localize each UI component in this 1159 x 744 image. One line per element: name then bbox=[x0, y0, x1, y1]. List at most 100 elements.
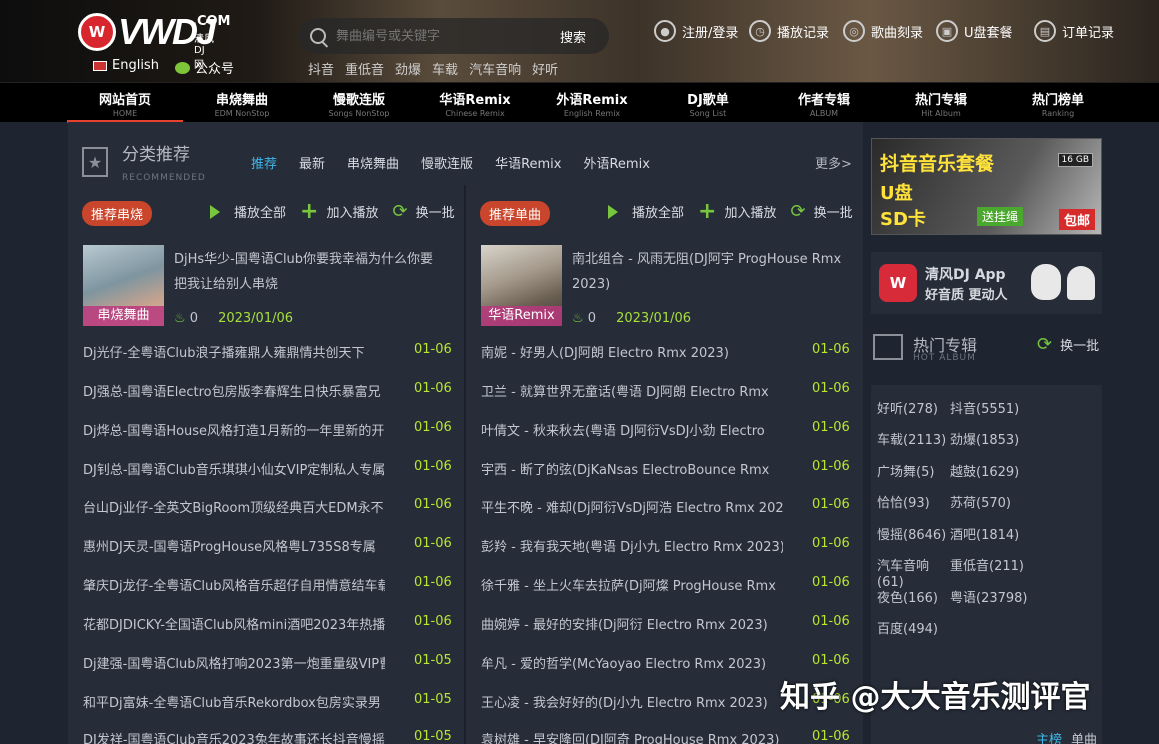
tab-recommend[interactable]: 推荐 bbox=[251, 153, 277, 172]
app-download-banner[interactable]: W 清风DJ App 好音质 更动人 bbox=[871, 252, 1102, 314]
plus-icon: + bbox=[698, 198, 717, 224]
apple-icon[interactable] bbox=[1031, 264, 1061, 300]
album-tag[interactable]: 恰恰(93) bbox=[877, 496, 930, 512]
album-tag[interactable]: 苏荷(570) bbox=[950, 496, 1011, 512]
list-item[interactable]: Dj建强-国粤语Club风格打响2023第一炮重量级VIP曹 bbox=[83, 653, 385, 672]
english-link[interactable]: English bbox=[93, 58, 159, 73]
album-tag[interactable]: 粤语(23798) bbox=[950, 591, 1028, 607]
hot-word[interactable]: 劲爆 bbox=[395, 59, 421, 78]
list-item[interactable]: 卫兰 - 就算世界无童话(粤语 DJ阿朗 Electro Rmx bbox=[481, 381, 783, 400]
album-tag[interactable]: 百度(494) bbox=[877, 622, 938, 638]
flag-icon bbox=[93, 60, 107, 71]
usb-link[interactable]: ▣ U盘套餐 bbox=[936, 20, 1013, 42]
nav-songs-nonstop[interactable]: 慢歌连版 Songs NonStop bbox=[301, 83, 417, 123]
list-item[interactable]: DJ发祥-国粤语Club音乐2023兔年故事还长抖音慢摇 bbox=[83, 729, 385, 744]
list-item[interactable]: 牟凡 - 爱的哲学(McYaoyao Electro Rmx 2023) bbox=[481, 653, 783, 672]
usb-promo-banner[interactable]: 抖音音乐套餐 U盘 SD卡 16 GB 送挂绳 包邮 bbox=[871, 138, 1102, 235]
play-icon bbox=[210, 204, 220, 219]
featured-tag: 华语Remix bbox=[481, 306, 562, 326]
ranking-tab-main[interactable]: 主榜 bbox=[1036, 733, 1062, 744]
song-date: 01-05 bbox=[414, 729, 452, 744]
hot-word[interactable]: 好听 bbox=[532, 59, 558, 78]
hot-word[interactable]: 抖音 bbox=[308, 59, 334, 78]
list-item[interactable]: DJ强总-国粤语Electro包房版李春辉生日快乐暴富兄 bbox=[83, 381, 385, 400]
album-tag[interactable]: 酒吧(1814) bbox=[950, 528, 1019, 544]
album-tag[interactable]: 越鼓(1629) bbox=[950, 465, 1019, 481]
refresh-button[interactable]: 换一批 bbox=[814, 202, 853, 221]
list-item[interactable]: 彭羚 - 我有我天地(粤语 Dj小九 Electro Rmx 2023) bbox=[481, 536, 783, 555]
song-date: 01-06 bbox=[812, 536, 850, 551]
album-tag[interactable]: 汽车音响(61) bbox=[877, 559, 939, 591]
login-link[interactable]: ● 注册/登录 bbox=[654, 20, 738, 42]
featured-cover-image[interactable]: 串烧舞曲 bbox=[83, 245, 164, 326]
list-item[interactable]: 徐千雅 - 坐上火车去拉萨(Dj阿燦 ProgHouse Rmx bbox=[481, 575, 783, 594]
tab-english-remix[interactable]: 外语Remix bbox=[583, 153, 649, 172]
search-input[interactable] bbox=[336, 28, 556, 44]
list-item[interactable]: DJ钊总-国粤语Club音乐琪琪小仙女VIP定制私人专属 bbox=[83, 459, 385, 478]
list-item[interactable]: 南妮 - 好男人(DJ阿朗 Electro Rmx 2023) bbox=[481, 342, 783, 361]
tab-chinese-remix[interactable]: 华语Remix bbox=[495, 153, 561, 172]
refresh-button[interactable]: 换一批 bbox=[416, 202, 455, 221]
album-tag[interactable]: 夜色(166) bbox=[877, 591, 938, 607]
nav-edm[interactable]: 串烧舞曲 EDM NonStop bbox=[184, 83, 300, 123]
nav-ranking[interactable]: 热门榜单 Ranking bbox=[1000, 83, 1116, 123]
list-item[interactable]: 肇庆Dj龙仔-全粤语Club风格音乐超仔自用情意结车载 bbox=[83, 575, 385, 594]
album-tag[interactable]: 抖音(5551) bbox=[950, 402, 1019, 418]
nav-song-list[interactable]: DJ歌单 Song List bbox=[650, 83, 766, 123]
list-item[interactable]: 和平Dj富妹-全粤语Club音乐Rekordbox包房实录男 bbox=[83, 692, 385, 711]
featured-cover-image[interactable]: 华语Remix bbox=[481, 245, 562, 326]
nav-english-remix[interactable]: 外语Remix English Remix bbox=[534, 83, 650, 123]
list-item[interactable]: 袁树雄 - 早安隆回(DJ阿奇 ProgHouse Rmx 2023) bbox=[481, 729, 783, 744]
site-logo[interactable]: W VWDJ .COM 清风DJ网 bbox=[78, 11, 230, 71]
fire-icon: ♨ bbox=[174, 311, 186, 326]
album-tag[interactable]: 车载(2113) bbox=[877, 433, 946, 449]
left-featured[interactable]: 串烧舞曲 DjHs华少-国粤语Club你要我幸福为什么你要把我让给别人串烧 ♨ … bbox=[83, 245, 453, 327]
wechat-link[interactable]: 公众号 bbox=[175, 58, 234, 77]
more-link[interactable]: 更多> bbox=[815, 153, 852, 172]
hot-word[interactable]: 重低音 bbox=[345, 59, 384, 78]
album-tag[interactable]: 慢摇(8646) bbox=[877, 528, 946, 544]
play-all-button[interactable]: 播放全部 bbox=[234, 202, 286, 221]
list-item[interactable]: 台山Dj业仔-全英文BigRoom顶级经典百大EDM永不 bbox=[83, 497, 385, 516]
star-icon: ★ bbox=[82, 147, 108, 177]
list-item[interactable]: 叶倩文 - 秋来秋去(粤语 DJ阿衍VsDJ小劲 Electro bbox=[481, 420, 783, 439]
right-featured[interactable]: 华语Remix 南北组合 - 风雨无阻(DJ阿宇 ProgHouse Rmx 2… bbox=[481, 245, 851, 327]
list-item[interactable]: 花都DJDICKY-全国语Club风格mini酒吧2023年热播 bbox=[83, 614, 385, 633]
list-item[interactable]: 平生不晚 - 难却(Dj阿衍VsDj阿浩 Electro Rmx 2023) bbox=[481, 497, 783, 516]
nav-album[interactable]: 作者专辑 ALBUM bbox=[766, 83, 882, 123]
history-link[interactable]: ◷ 播放记录 bbox=[749, 20, 829, 42]
android-icon[interactable] bbox=[1067, 266, 1095, 300]
search-button[interactable]: 搜索 bbox=[560, 27, 586, 46]
album-tag[interactable]: 好听(278) bbox=[877, 402, 938, 418]
list-item[interactable]: Dj光仔-全粤语Club浪子播雍鼎人雍鼎情共创天下 bbox=[83, 342, 385, 361]
order-link[interactable]: ▤ 订单记录 bbox=[1034, 20, 1114, 42]
hot-word[interactable]: 汽车音响 bbox=[469, 59, 521, 78]
list-item[interactable]: 王心凌 - 我会好好的(Dj小九 Electro Rmx 2023) bbox=[481, 692, 783, 711]
play-count: 0 bbox=[189, 311, 199, 326]
nav-chinese-remix[interactable]: 华语Remix Chinese Remix bbox=[417, 83, 533, 123]
add-play-button[interactable]: 加入播放 bbox=[724, 202, 776, 221]
album-tag[interactable]: 广场舞(5) bbox=[877, 465, 934, 481]
album-tag[interactable]: 劲爆(1853) bbox=[950, 433, 1019, 449]
hot-album-subtitle: HOT ALBUM bbox=[913, 353, 976, 363]
play-all-button[interactable]: 播放全部 bbox=[632, 202, 684, 221]
album-tag[interactable]: 重低音(211) bbox=[950, 559, 1024, 575]
burn-link[interactable]: ◎ 歌曲刻录 bbox=[843, 20, 923, 42]
tab-edm[interactable]: 串烧舞曲 bbox=[347, 153, 399, 172]
featured-title[interactable]: DjHs华少-国粤语Club你要我幸福为什么你要把我让给别人串烧 bbox=[174, 247, 444, 297]
tab-slow[interactable]: 慢歌连版 bbox=[421, 153, 473, 172]
burn-label: 歌曲刻录 bbox=[871, 25, 924, 41]
list-item[interactable]: Dj烨总-国粤语House风格打造1月新的一年里新的开 bbox=[83, 420, 385, 439]
list-item[interactable]: 曲婉婷 - 最好的安排(Dj阿衍 Electro Rmx 2023) bbox=[481, 614, 783, 633]
featured-title[interactable]: 南北组合 - 风雨无阻(DJ阿宇 ProgHouse Rmx 2023) bbox=[572, 247, 842, 297]
hot-word[interactable]: 车载 bbox=[432, 59, 458, 78]
hot-album-refresh[interactable]: ⟳ 换一批 bbox=[1037, 335, 1099, 354]
nav-hit-album[interactable]: 热门专辑 Hit Album bbox=[883, 83, 999, 123]
tab-latest[interactable]: 最新 bbox=[299, 153, 325, 172]
nav-home[interactable]: 网站首页 HOME bbox=[67, 83, 183, 123]
list-item[interactable]: 宇西 - 断了的弦(DjKaNsas ElectroBounce Rmx bbox=[481, 459, 783, 478]
ranking-tab-single[interactable]: 单曲 bbox=[1071, 733, 1097, 744]
nav-label: 外语Remix bbox=[556, 93, 628, 108]
list-item[interactable]: 惠州DJ天灵-国粤语ProgHouse风格粤L735S8专属 bbox=[83, 536, 385, 555]
add-play-button[interactable]: 加入播放 bbox=[326, 202, 378, 221]
